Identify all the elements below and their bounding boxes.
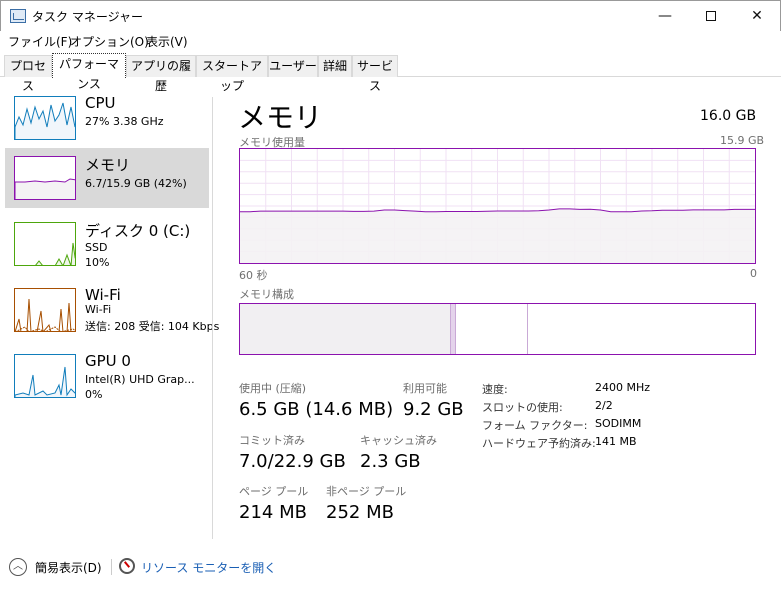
paged-pool-value: 214 MB (239, 502, 307, 523)
hardware-reserved-label: ハードウェア予約済み: (482, 437, 596, 450)
memory-total: 16.0 GB (700, 108, 757, 124)
sidebar-item-cpu[interactable]: CPU 27% 3.38 GHz (5, 88, 209, 148)
resource-monitor-icon (119, 558, 135, 574)
available-label: 利用可能 (403, 382, 447, 395)
sidebar-memory-detail: 6.7/15.9 GB (42%) (85, 177, 187, 190)
sidebar-gpu-title: GPU 0 (85, 352, 131, 370)
committed-label: コミット済み (239, 434, 305, 447)
menu-bar: ファイル(F) オプション(O) 表示(V) (0, 31, 781, 51)
open-resource-monitor-link[interactable]: リソース モニターを開く (141, 559, 276, 576)
in-use-value: 6.5 GB (14.6 MB) (239, 399, 394, 420)
nonpaged-pool-label: 非ページ プール (326, 485, 407, 498)
form-factor-value: SODIMM (595, 417, 642, 430)
memory-usage-max: 15.9 GB (720, 134, 765, 147)
tab-users[interactable]: ユーザー (268, 55, 318, 77)
memory-usage-area (240, 208, 755, 263)
tab-startup[interactable]: スタートアップ (196, 55, 268, 93)
memory-usage-graph (239, 148, 756, 264)
cached-label: キャッシュ済み (360, 434, 437, 447)
composition-standby (456, 304, 529, 354)
slots-value: 2/2 (595, 399, 613, 412)
window-title: タスク マネージャー (32, 10, 143, 24)
title-bar: タスク マネージャー — ✕ (0, 0, 781, 31)
slots-label: スロットの使用: (482, 401, 563, 414)
cpu-thumbnail-chart (15, 102, 75, 139)
tab-details[interactable]: 詳細 (318, 55, 352, 77)
page-title: メモリ (238, 101, 323, 134)
memory-composition-label: メモリ構成 (239, 288, 294, 301)
menu-file[interactable]: ファイル(F) (8, 33, 72, 50)
wifi-thumbnail-chart (15, 298, 75, 331)
sidebar-disk-type: SSD (85, 241, 108, 254)
tab-strip: プロセス パフォーマンス アプリの履歴 スタートアップ ユーザー 詳細 サービス (0, 53, 781, 93)
form-factor-label: フォーム ファクター: (482, 419, 588, 432)
tab-performance[interactable]: パフォーマンス (52, 53, 126, 91)
tab-processes[interactable]: プロセス (4, 55, 52, 93)
tab-app-history[interactable]: アプリの履歴 (126, 55, 196, 93)
maximize-icon (706, 11, 716, 21)
wifi-thumbnail-graph (14, 288, 76, 332)
chevron-up-icon[interactable]: ︿ (9, 558, 27, 576)
composition-in-use (240, 304, 452, 354)
sidebar-item-gpu[interactable]: GPU 0 Intel(R) UHD Grap... 0% (5, 346, 209, 406)
gpu-thumbnail-graph (14, 354, 76, 398)
memory-thumbnail-graph (14, 156, 76, 200)
disk-thumbnail-graph (14, 222, 76, 266)
memory-composition-bar (239, 303, 756, 355)
sidebar-item-wifi[interactable]: Wi-Fi Wi-Fi 送信: 208 受信: 104 Kbps (5, 280, 219, 340)
maximize-button[interactable] (688, 1, 734, 32)
close-button[interactable]: ✕ (734, 1, 780, 32)
minimize-button[interactable]: — (642, 1, 688, 32)
sidebar-divider (212, 97, 213, 539)
footer-bar: ︿ 簡易表示(D) リソース モニターを開く (0, 549, 781, 585)
sidebar-cpu-detail: 27% 3.38 GHz (85, 115, 164, 128)
sidebar-memory-title: メモリ (85, 156, 131, 174)
sidebar-wifi-title: Wi-Fi (85, 286, 121, 304)
memory-thumbnail-chart (15, 178, 75, 199)
graph-time-left: 60 秒 (239, 269, 268, 282)
footer-divider (111, 559, 112, 575)
paged-pool-label: ページ プール (239, 485, 309, 498)
in-use-label: 使用中 (圧縮) (239, 382, 307, 395)
sidebar-item-memory[interactable]: メモリ 6.7/15.9 GB (42%) (5, 148, 209, 208)
available-value: 9.2 GB (403, 399, 464, 420)
cpu-thumbnail-graph (14, 96, 76, 140)
tab-services[interactable]: サービス (352, 55, 398, 93)
sidebar-item-disk[interactable]: ディスク 0 (C:) SSD 10% (5, 214, 209, 274)
nonpaged-pool-value: 252 MB (326, 502, 394, 523)
sidebar-wifi-name: Wi-Fi (85, 303, 112, 316)
sidebar-wifi-throughput: 送信: 208 受信: 104 Kbps (85, 320, 220, 333)
task-manager-icon (10, 9, 26, 23)
hardware-reserved-value: 141 MB (595, 435, 637, 448)
speed-value: 2400 MHz (595, 381, 651, 394)
sidebar-cpu-title: CPU (85, 94, 116, 112)
graph-time-right: 0 (750, 267, 757, 280)
sidebar-disk-title: ディスク 0 (C:) (85, 222, 191, 240)
menu-view[interactable]: 表示(V) (146, 33, 188, 50)
sidebar-gpu-name: Intel(R) UHD Grap... (85, 373, 195, 386)
gpu-thumbnail-chart (15, 366, 75, 397)
cached-value: 2.3 GB (360, 451, 421, 472)
menu-options[interactable]: オプション(O) (70, 33, 149, 50)
speed-label: 速度: (482, 383, 508, 396)
committed-value: 7.0/22.9 GB (239, 451, 346, 472)
disk-thumbnail-chart (35, 242, 75, 265)
sidebar-gpu-usage: 0% (85, 388, 103, 401)
sidebar-disk-usage: 10% (85, 256, 110, 269)
memory-usage-chart (240, 149, 755, 263)
fewer-details-button[interactable]: 簡易表示(D) (35, 559, 102, 576)
